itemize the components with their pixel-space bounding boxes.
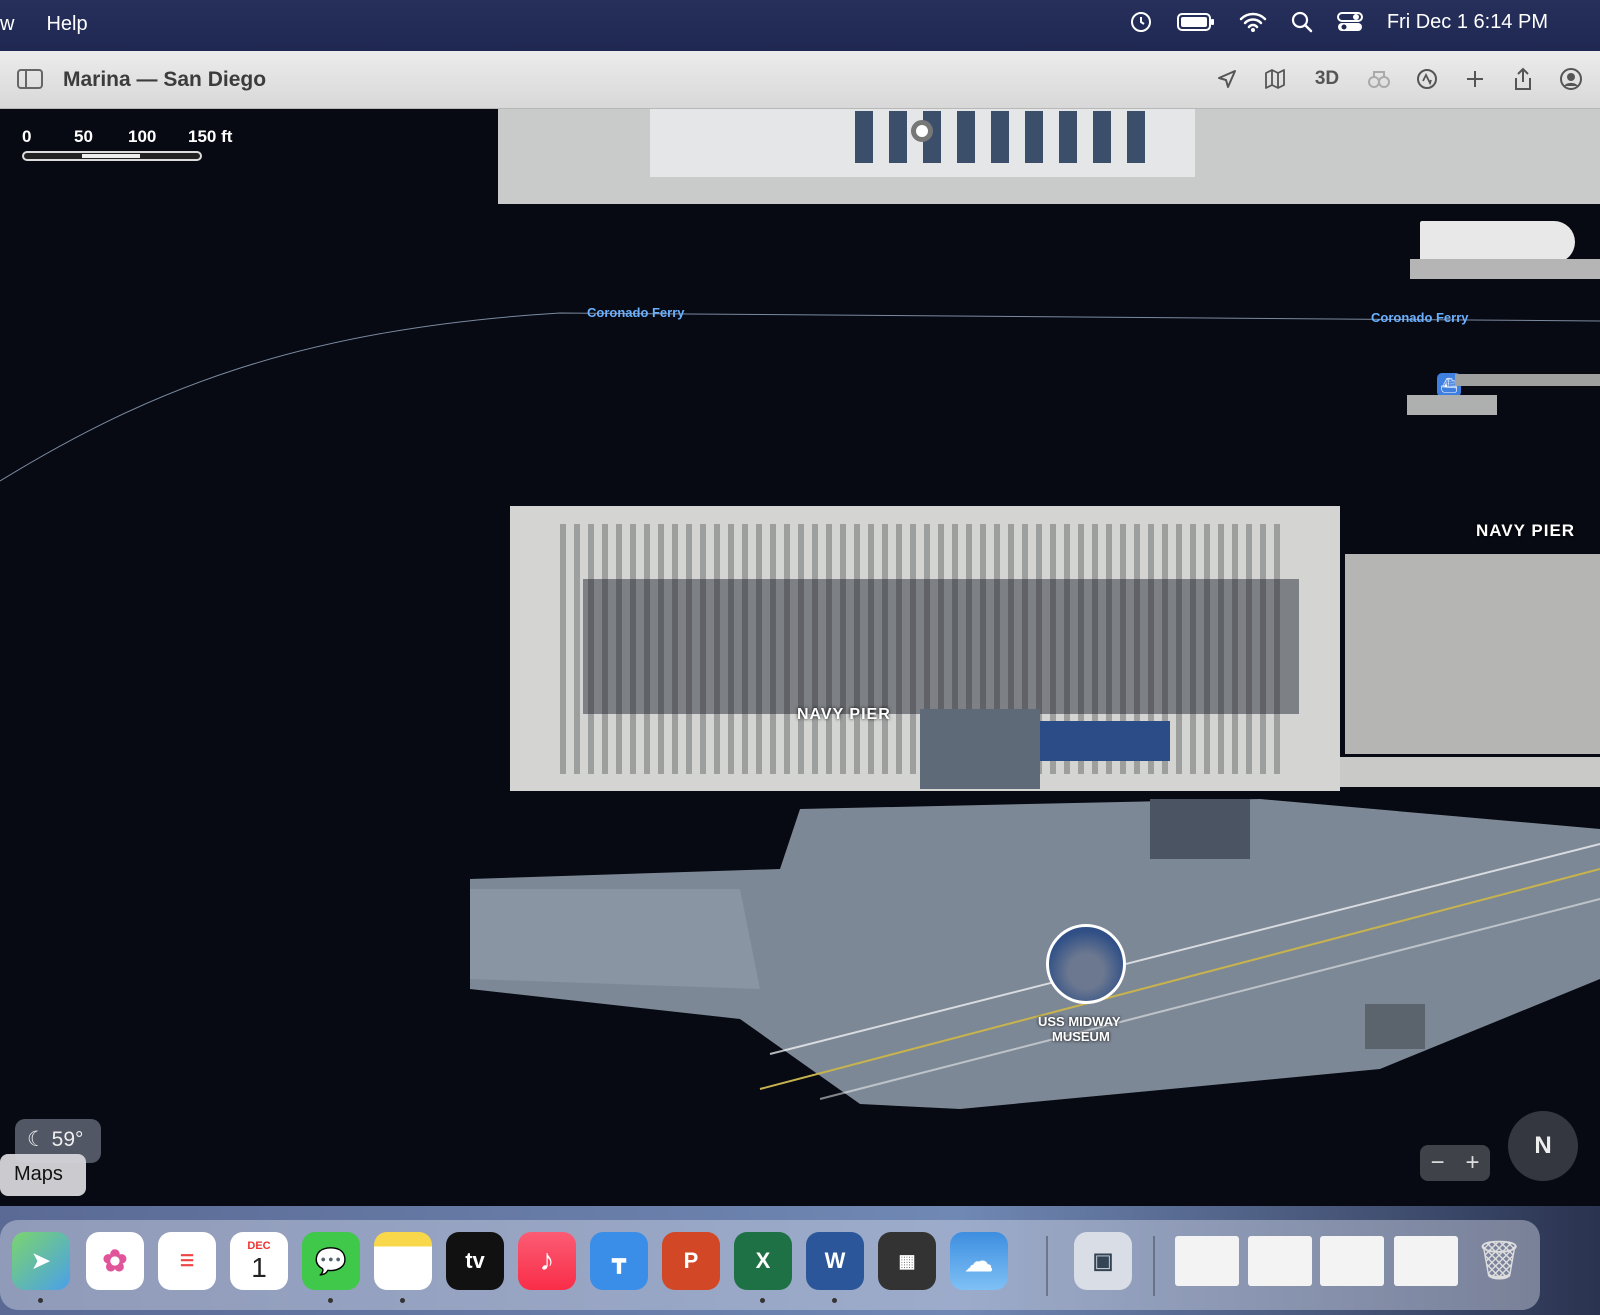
- dock-running-dot: [832, 1298, 837, 1303]
- map-mode-icon[interactable]: [1260, 64, 1290, 94]
- photos-app-icon[interactable]: ✿: [86, 1232, 144, 1290]
- excel-letter: X: [755, 1248, 771, 1273]
- minimized-word-window[interactable]: [1248, 1236, 1312, 1286]
- minimized-word-window[interactable]: [1175, 1236, 1239, 1286]
- tracking-icon[interactable]: [1412, 64, 1442, 94]
- look-around-icon[interactable]: [1364, 64, 1394, 94]
- zoom-out-button[interactable]: −: [1430, 1149, 1444, 1177]
- sidebar-toggle-icon[interactable]: [17, 69, 43, 89]
- trash-icon[interactable]: 🗑: [1470, 1232, 1528, 1290]
- 3d-button[interactable]: 3D: [1308, 64, 1346, 94]
- zoom-control: − +: [1420, 1145, 1490, 1181]
- weather-app-icon[interactable]: ☁: [950, 1232, 1008, 1290]
- minimized-excel-window[interactable]: [1320, 1236, 1384, 1286]
- scale-label-100: 100: [128, 127, 157, 146]
- menu-bar: w Help Fri Dec 1 6:14 PM: [0, 0, 1600, 51]
- scale-label-0: 0: [22, 127, 32, 146]
- uss-midway-pin[interactable]: [1046, 924, 1126, 1004]
- calendar-day: 1: [251, 1252, 267, 1283]
- scale-track: [22, 151, 202, 161]
- minimized-safari-window[interactable]: [1394, 1236, 1458, 1286]
- reminders-app-icon[interactable]: ☰: [158, 1232, 216, 1290]
- dock-separator: [1046, 1236, 1048, 1296]
- dock-separator: [1153, 1236, 1155, 1296]
- time-machine-icon[interactable]: [1129, 10, 1153, 34]
- museum-label-line2[interactable]: MUSEUM: [1052, 1029, 1110, 1044]
- current-location-icon[interactable]: [1212, 64, 1242, 94]
- account-icon[interactable]: [1556, 64, 1586, 94]
- scale-label-150: 150 ft: [188, 127, 233, 146]
- tv-label: tv: [465, 1248, 485, 1273]
- music-app-icon[interactable]: ♪: [518, 1232, 576, 1290]
- dock-tooltip: Maps: [0, 1154, 86, 1196]
- powerpoint-app-icon[interactable]: P: [662, 1232, 720, 1290]
- scale-label-50: 50: [74, 127, 93, 146]
- messages-app-icon[interactable]: 💬: [302, 1232, 360, 1290]
- window-toolbar: Marina — San Diego 3D: [0, 51, 1600, 109]
- map-canvas[interactable]: Coronado Ferry Coronado Ferry ⛴ NAVY PIE…: [0, 109, 1600, 1206]
- preview-app-icon[interactable]: ▣: [1074, 1232, 1132, 1290]
- compass-button[interactable]: N: [1508, 1111, 1578, 1181]
- spotlight-icon[interactable]: [1291, 11, 1313, 33]
- control-center-icon[interactable]: [1336, 11, 1363, 33]
- aircraft-carrier: [470, 709, 1600, 1109]
- scale-bar: 0 50 100 150 ft: [22, 127, 232, 161]
- powerpoint-letter: P: [683, 1248, 699, 1273]
- dock-running-dot: [760, 1298, 765, 1303]
- battery-icon[interactable]: [1176, 11, 1215, 33]
- excel-app-icon[interactable]: X: [734, 1232, 792, 1290]
- menu-clock[interactable]: Fri Dec 1 6:14 PM: [1387, 11, 1548, 34]
- wifi-icon[interactable]: [1239, 11, 1267, 33]
- tv-app-icon[interactable]: tv: [446, 1232, 504, 1290]
- dock-running-dot: [328, 1298, 333, 1303]
- weather-temp: 59°: [51, 1128, 84, 1151]
- calculator-app-icon[interactable]: ▦: [878, 1232, 936, 1290]
- window-title: Marina — San Diego: [63, 68, 267, 91]
- zoom-in-button[interactable]: +: [1465, 1149, 1479, 1177]
- notes-app-icon[interactable]: [374, 1232, 432, 1290]
- maps-app-icon[interactable]: ➤: [12, 1232, 70, 1290]
- word-app-icon[interactable]: W: [806, 1232, 864, 1290]
- menu-item-window[interactable]: w: [0, 13, 14, 36]
- compass-north-label: N: [1534, 1132, 1552, 1159]
- desktop-background: ➤ ✿ ☰ DEC 1 💬 tv ♪ ┳ P X W ▦ ☁ ▣ 🗑: [0, 1206, 1600, 1315]
- calendar-month: DEC: [247, 1240, 271, 1252]
- dock-running-dot: [400, 1298, 405, 1303]
- share-icon[interactable]: [1508, 64, 1538, 94]
- keynote-app-icon[interactable]: ┳: [590, 1232, 648, 1290]
- moon-icon: ☾: [27, 1128, 46, 1151]
- dock: ➤ ✿ ☰ DEC 1 💬 tv ♪ ┳ P X W ▦ ☁ ▣ 🗑: [0, 1220, 1540, 1310]
- dock-running-dot: [38, 1298, 43, 1303]
- menu-item-help[interactable]: Help: [46, 13, 87, 36]
- museum-label-line1[interactable]: USS MIDWAY: [1038, 1014, 1121, 1029]
- add-icon[interactable]: [1460, 64, 1490, 94]
- word-letter: W: [824, 1248, 846, 1273]
- calendar-app-icon[interactable]: DEC 1: [230, 1232, 288, 1290]
